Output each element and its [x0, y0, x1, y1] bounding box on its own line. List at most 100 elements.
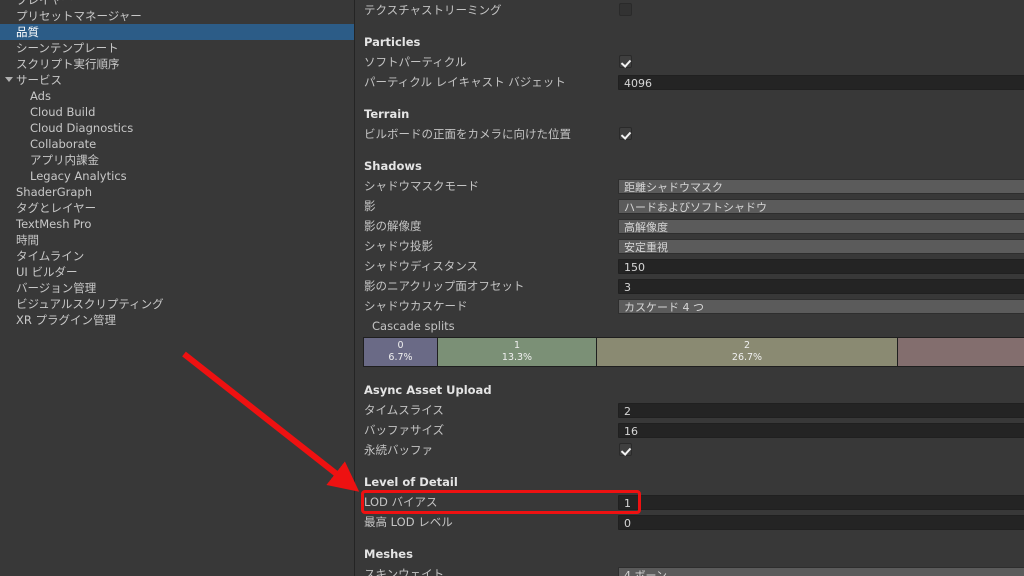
property-label: バッファサイズ	[364, 423, 445, 437]
section-header-label: Terrain	[364, 107, 410, 121]
sidebar-item-19[interactable]: ビジュアルスクリプティング	[0, 296, 354, 312]
property-row[interactable]: パーティクル レイキャスト バジェット 4096	[355, 72, 1024, 92]
property-dropdown[interactable]: 4 ボーン	[618, 567, 1024, 576]
sidebar-item-6[interactable]: Ads	[0, 88, 354, 104]
sidebar-item-label: タイムライン	[16, 249, 85, 263]
chevron-down-icon[interactable]	[5, 77, 13, 82]
sidebar-item-label: サービス	[16, 73, 62, 87]
sidebar-item-label: シーンテンプレート	[16, 41, 119, 55]
section-header-label: Level of Detail	[364, 475, 458, 489]
cascade-segment-index: 1	[513, 340, 521, 351]
sidebar-item-13[interactable]: タグとレイヤー	[0, 200, 354, 216]
cascade-segment-3[interactable]	[897, 337, 1024, 367]
cascade-segment-2[interactable]: 2 26.7%	[596, 337, 898, 367]
property-number-input[interactable]: 3	[618, 279, 1024, 294]
property-checkbox[interactable]	[619, 3, 632, 16]
sidebar-item-label: XR プラグイン管理	[16, 313, 117, 327]
sidebar-item-14[interactable]: TextMesh Pro	[0, 216, 354, 232]
property-label: シャドウカスケード	[364, 299, 468, 313]
property-row[interactable]: シャドウディスタンス 150	[355, 256, 1024, 276]
section-header-row: Shadows	[355, 156, 1024, 176]
sidebar-item-12[interactable]: ShaderGraph	[0, 184, 354, 200]
property-checkbox[interactable]	[619, 443, 632, 456]
property-row[interactable]: シャドウ投影 安定重視	[355, 236, 1024, 256]
sidebar-item-label: Legacy Analytics	[30, 169, 127, 183]
property-row[interactable]: 影のニアクリップ面オフセット 3	[355, 276, 1024, 296]
property-number-input[interactable]: 2	[618, 403, 1024, 418]
property-number-input[interactable]: 16	[618, 423, 1024, 438]
sidebar-item-9[interactable]: Collaborate	[0, 136, 354, 152]
sidebar-item-7[interactable]: Cloud Build	[0, 104, 354, 120]
property-row[interactable]: ビルボードの正面をカメラに向けた位置	[355, 124, 1024, 144]
sidebar-item-label: スクリプト実行順序	[16, 57, 120, 71]
sidebar-item-5[interactable]: サービス	[0, 72, 354, 88]
property-row[interactable]: 影の解像度 高解像度	[355, 216, 1024, 236]
sidebar-item-label: 品質	[16, 25, 39, 39]
property-dropdown[interactable]: 安定重視	[618, 239, 1024, 254]
quality-settings-panel: テクスチャストリーミング Particles ソフトパーティクルパーティクル レイキ…	[355, 0, 1024, 576]
unity-project-settings-window: プレイヤープリセットマネージャー 品質シーンテンプレート スクリプト実行順序 サービス…	[0, 0, 1024, 576]
property-number-input[interactable]: 0	[618, 515, 1024, 530]
settings-category-sidebar[interactable]: プレイヤープリセットマネージャー 品質シーンテンプレート スクリプト実行順序 サービス…	[0, 0, 355, 576]
sidebar-item-17[interactable]: UI ビルダー	[0, 264, 354, 280]
property-row[interactable]: LOD バイアス 1	[355, 492, 1024, 512]
property-row[interactable]: シャドウマスクモード 距離シャドウマスク	[355, 176, 1024, 196]
sidebar-item-label: UI ビルダー	[16, 265, 78, 279]
property-dropdown[interactable]: 距離シャドウマスク	[618, 179, 1024, 194]
sub-section-label: Cascade splits	[372, 319, 455, 333]
property-number-input[interactable]: 4096	[618, 75, 1024, 90]
sidebar-item-label: ビジュアルスクリプティング	[16, 297, 164, 311]
sidebar-item-16[interactable]: タイムライン	[0, 248, 354, 264]
section-header-label: Particles	[364, 35, 421, 49]
section-header-row: Meshes	[355, 544, 1024, 564]
property-row[interactable]: ソフトパーティクル	[355, 52, 1024, 72]
property-label: テクスチャストリーミング	[364, 3, 502, 17]
sidebar-item-10[interactable]: アプリ内課金	[0, 152, 354, 168]
property-row[interactable]: スキンウェイト 4 ボーン	[355, 564, 1024, 576]
property-label: シャドウディスタンス	[364, 259, 478, 273]
property-checkbox[interactable]	[619, 127, 632, 140]
sidebar-item-4[interactable]: スクリプト実行順序	[0, 56, 354, 72]
sidebar-item-11[interactable]: Legacy Analytics	[0, 168, 354, 184]
sidebar-item-label: プリセットマネージャー	[16, 9, 142, 23]
property-row[interactable]: 永続バッファ	[355, 440, 1024, 460]
property-row[interactable]: テクスチャストリーミング	[355, 0, 1024, 20]
property-dropdown[interactable]: ハードおよびソフトシャドウ	[618, 199, 1024, 214]
property-checkbox[interactable]	[619, 55, 632, 68]
property-number-input[interactable]: 150	[618, 259, 1024, 274]
property-row[interactable]: 最高 LOD レベル 0	[355, 512, 1024, 532]
sidebar-item-label: プレイヤー	[16, 0, 74, 7]
sidebar-item-2[interactable]: 品質	[0, 24, 354, 40]
sidebar-item-18[interactable]: バージョン管理	[0, 280, 354, 296]
sidebar-item-label: Cloud Build	[30, 105, 96, 119]
cascade-splits-bar[interactable]: 0 6.7% 1 13.3% 2 26.7%	[363, 337, 1024, 367]
property-label: ソフトパーティクル	[364, 55, 467, 69]
cascade-segment-0[interactable]: 0 6.7%	[363, 337, 438, 367]
property-dropdown[interactable]: カスケード 4 つ	[618, 299, 1024, 314]
sidebar-item-20[interactable]: XR プラグイン管理	[0, 312, 354, 328]
sidebar-item-label: Ads	[30, 89, 51, 103]
sidebar-item-label: 時間	[16, 233, 39, 247]
sidebar-item-label: TextMesh Pro	[16, 217, 92, 231]
property-row[interactable]: バッファサイズ 16	[355, 420, 1024, 440]
sidebar-item-label: Cloud Diagnostics	[30, 121, 134, 135]
cascade-segment-percent: 13.3%	[501, 352, 533, 363]
sidebar-item-8[interactable]: Cloud Diagnostics	[0, 120, 354, 136]
sidebar-item-15[interactable]: 時間	[0, 232, 354, 248]
cascade-segment-percent: 26.7%	[731, 352, 763, 363]
sidebar-item-3[interactable]: シーンテンプレート	[0, 40, 354, 56]
property-row[interactable]: シャドウカスケード カスケード 4 つ	[355, 296, 1024, 316]
property-row[interactable]: 影 ハードおよびソフトシャドウ	[355, 196, 1024, 216]
property-label: パーティクル レイキャスト バジェット	[364, 75, 566, 89]
property-dropdown[interactable]: 高解像度	[618, 219, 1024, 234]
property-label: ビルボードの正面をカメラに向けた位置	[364, 127, 571, 141]
sidebar-item-0[interactable]: プレイヤー	[0, 0, 354, 8]
section-header-row: Async Asset Upload	[355, 380, 1024, 400]
cascade-segment-1[interactable]: 1 13.3%	[437, 337, 597, 367]
property-label: 影のニアクリップ面オフセット	[364, 279, 525, 293]
cascade-segment-index: 2	[743, 340, 751, 351]
sidebar-item-1[interactable]: プリセットマネージャー	[0, 8, 354, 24]
property-row[interactable]: タイムスライス 2	[355, 400, 1024, 420]
property-row[interactable]: Cascade splits	[355, 316, 1024, 336]
property-number-input[interactable]: 1	[618, 495, 1024, 510]
